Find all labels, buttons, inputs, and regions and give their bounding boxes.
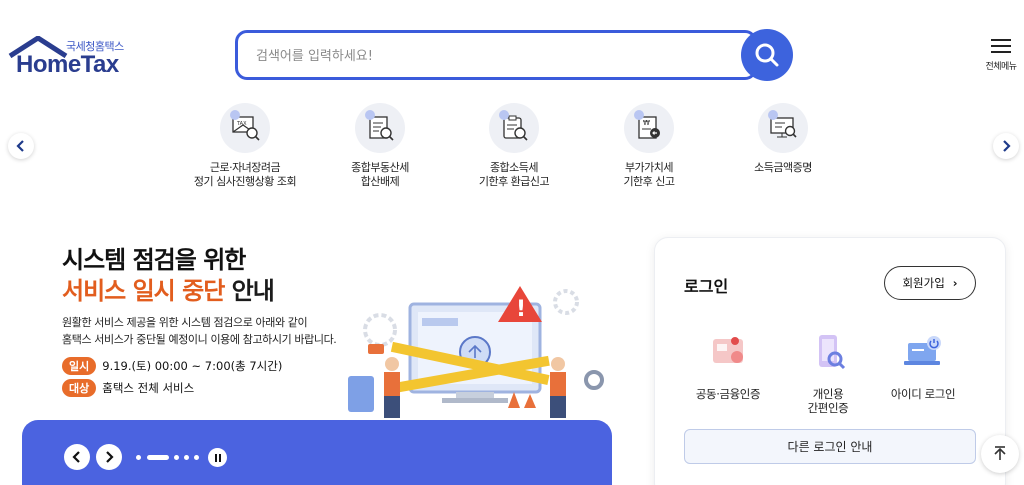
chevron-right-icon — [106, 451, 114, 463]
banner-description: 원활한 서비스 제공을 위한 시스템 점검으로 아래와 같이 홈택스 서비스가 … — [62, 314, 337, 348]
hamburger-menu-icon — [991, 39, 1011, 53]
search-button[interactable] — [741, 29, 793, 81]
quick-menu-item[interactable]: 종합소득세 기한후 환급신고 — [444, 103, 584, 189]
quick-menu-label: 부가가치세 기한후 신고 — [623, 161, 675, 188]
banner-indicator-dot[interactable] — [174, 455, 179, 460]
signup-button[interactable]: 회원가입 › — [884, 266, 976, 300]
target-value: 홈택스 전체 서비스 — [102, 381, 195, 395]
login-option-label: 개인용 간편인증 — [807, 387, 849, 415]
all-menu-button[interactable]: 전체메뉴 — [982, 38, 1020, 72]
chevron-right-icon: › — [952, 276, 958, 290]
other-login-guide-button[interactable]: 다른 로그인 안내 — [684, 429, 976, 464]
quick-menu-label: 종합소득세 기한후 환급신고 — [478, 161, 550, 188]
banner-title-line2: 서비스 일시 중단 안내 — [62, 271, 275, 306]
svg-text:!: ! — [516, 297, 526, 322]
quick-menu-next-button[interactable] — [993, 133, 1019, 159]
quick-menu-item[interactable]: 소득금액증명 — [713, 103, 853, 175]
target-tag: 대상 — [62, 379, 97, 397]
banner-indicator-dot[interactable] — [184, 455, 189, 460]
monitor-magnifier-icon — [758, 103, 808, 153]
quick-menu-label: 소득금액증명 — [754, 161, 812, 174]
banner-pause-button[interactable] — [208, 448, 227, 467]
clipboard-magnifier-icon — [489, 103, 539, 153]
all-menu-label: 전체메뉴 — [985, 62, 1017, 72]
banner-title: 시스템 점검을 위한 — [62, 246, 246, 274]
phone-auth-icon — [819, 335, 846, 370]
search-input[interactable] — [256, 46, 726, 66]
banner-time-row: 일시 9.19.(토) 00:00 ~ 7:00(총 7시간) — [62, 357, 282, 375]
signup-label: 회원가입 — [902, 276, 945, 290]
banner-title-accent: 서비스 일시 중단 — [62, 277, 225, 305]
login-option-id[interactable]: 아이디 로그인 — [868, 333, 978, 401]
banner-desc-line: 홈택스 서비스가 중단될 예정이니 이용에 참고하시기 바랍니다. — [62, 333, 337, 346]
banner-indicator-dot[interactable] — [136, 455, 141, 460]
quick-menu-item[interactable]: TAX 근로·자녀장려금 정기 심사진행상황 조회 — [175, 103, 315, 189]
quick-menu-item[interactable]: ₩ 부가가치세 기한후 신고 — [579, 103, 719, 189]
quick-menu-item[interactable]: 종합부동산세 합산배제 — [310, 103, 450, 189]
maintenance-illustration: ! — [348, 286, 604, 418]
login-title: 로그인 — [684, 277, 729, 296]
quick-menu-label: 근로·자녀장려금 정기 심사진행상황 조회 — [193, 161, 297, 188]
login-option-simple-auth[interactable]: 개인용 간편인증 — [773, 333, 883, 415]
hometax-logo[interactable]: 국세청홈택스 HomeTax — [8, 36, 133, 78]
logo-title: HomeTax — [16, 51, 119, 78]
arrow-up-icon — [994, 446, 1006, 460]
svg-text:₩: ₩ — [643, 119, 650, 127]
banner-title-rest: 안내 — [224, 277, 275, 305]
chevron-left-icon — [16, 140, 24, 152]
login-option-label: 아이디 로그인 — [890, 387, 956, 401]
banner-next-button[interactable] — [96, 444, 122, 470]
scroll-top-button[interactable] — [981, 435, 1019, 473]
id-laptop-icon — [904, 336, 941, 365]
chevron-right-icon — [1003, 140, 1011, 152]
search-icon — [755, 43, 779, 67]
won-document-icon: ₩ — [624, 103, 674, 153]
banner-desc-line: 원활한 서비스 제공을 위한 시스템 점검으로 아래와 같이 — [62, 316, 308, 329]
banner-target-row: 대상 홈택스 전체 서비스 — [62, 379, 194, 397]
tax-document-magnifier-icon: TAX — [220, 103, 270, 153]
search-box — [235, 30, 757, 80]
banner-indicator-active[interactable] — [147, 455, 169, 460]
certificate-card-icon — [713, 337, 743, 363]
login-option-label: 공동·금융인증 — [695, 387, 761, 401]
document-magnifier-icon — [355, 103, 405, 153]
time-value: 9.19.(토) 00:00 ~ 7:00(총 7시간) — [102, 359, 283, 373]
banner-indicator-dot[interactable] — [194, 455, 199, 460]
quick-menu-prev-button[interactable] — [8, 133, 34, 159]
login-option-certificate[interactable]: 공동·금융인증 — [673, 333, 783, 401]
time-tag: 일시 — [62, 357, 97, 375]
chevron-left-icon — [72, 451, 80, 463]
quick-menu-label: 종합부동산세 합산배제 — [351, 161, 409, 188]
pause-icon — [214, 453, 221, 462]
banner-prev-button[interactable] — [64, 444, 90, 470]
